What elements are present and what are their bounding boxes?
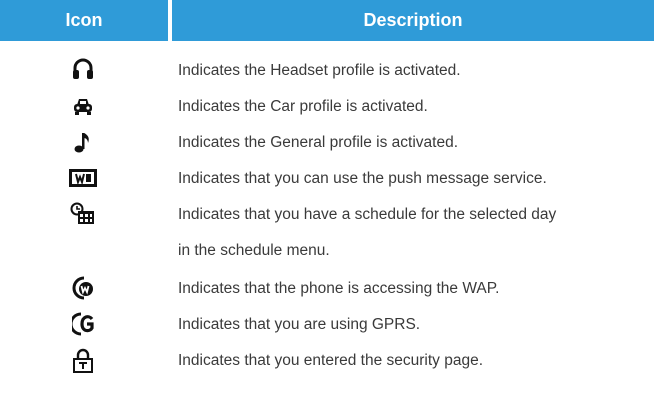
icon-cell (0, 89, 168, 125)
row-description: Indicates that you entered the security … (178, 352, 484, 369)
row-description: Indicates that the phone is accessing th… (178, 280, 500, 297)
schedule-icon (70, 202, 94, 224)
row-description: Indicates that you are using GPRS. (178, 316, 421, 333)
headset-icon (73, 58, 93, 79)
music-note-icon (74, 133, 89, 153)
row-description: Indicates the Car profile is activated. (178, 98, 428, 115)
icon-cell (0, 307, 168, 343)
security-icon (73, 348, 93, 373)
car-icon (74, 99, 92, 115)
wap-icon (72, 276, 93, 300)
row-description-line-2: in the schedule menu. (178, 242, 330, 259)
push-message-icon (69, 169, 97, 187)
icon-cell (0, 343, 168, 379)
icon-cell (0, 197, 168, 233)
icon-cell (0, 125, 168, 161)
icon-table-page: Icon Description Indicates the Headset p… (0, 0, 654, 419)
header-description-column: Description (363, 10, 463, 30)
icon-cell (0, 53, 168, 89)
row-description-line-1: Indicates that you have a schedule for t… (178, 206, 557, 223)
row-description: Indicates the General profile is activat… (178, 134, 459, 151)
icon-cell (0, 161, 168, 197)
table-header: Icon Description (0, 0, 654, 41)
row-description: Indicates that you have a schedule for t… (178, 197, 654, 269)
row-description: Indicates that you can use the push mess… (178, 170, 547, 187)
icon-cell (0, 271, 168, 307)
gprs-icon (72, 312, 94, 336)
header-icon-column: Icon (65, 10, 103, 30)
row-description: Indicates the Headset profile is activat… (178, 62, 461, 79)
